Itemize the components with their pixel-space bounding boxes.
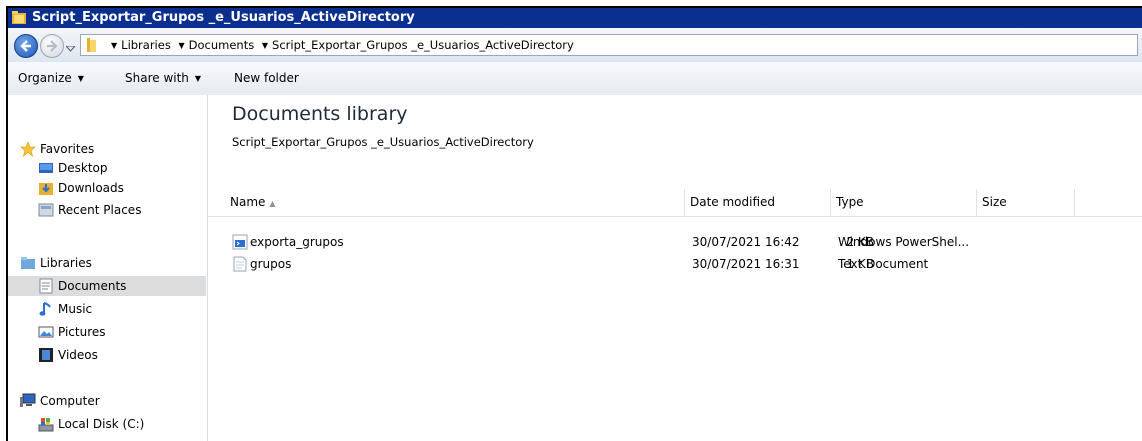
nav-computer[interactable]: Computer <box>20 391 200 411</box>
column-divider[interactable] <box>976 189 977 216</box>
nav-documents[interactable]: Documents <box>8 276 206 296</box>
column-date[interactable]: Date modified <box>686 189 828 216</box>
explorer-window: Script_Exportar_Grupos _e_Usuarios_Activ… <box>6 6 1142 441</box>
computer-icon <box>20 393 36 409</box>
music-icon <box>38 301 54 317</box>
command-bar: Organize ▼ Share with ▼ New folder <box>8 62 1142 96</box>
documents-icon <box>38 278 54 294</box>
chevron-down-icon: ▼ <box>77 74 84 83</box>
folder-icon <box>85 38 99 55</box>
nav-recent-places[interactable]: Recent Places <box>38 200 198 220</box>
navigation-pane: Favorites Desktop Downloads Recent Place… <box>8 95 208 441</box>
downloads-folder-icon <box>38 180 54 196</box>
nav-videos[interactable]: Videos <box>38 345 198 365</box>
column-divider[interactable] <box>1074 189 1075 216</box>
forward-button[interactable] <box>40 34 64 58</box>
chevron-down-icon: ▼ <box>194 74 202 83</box>
breadcrumb-documents[interactable]: Documents <box>189 38 255 52</box>
nav-music[interactable]: Music <box>38 299 198 319</box>
column-divider[interactable] <box>830 189 831 216</box>
back-arrow-icon <box>20 40 31 52</box>
nav-libraries[interactable]: Libraries <box>20 253 200 273</box>
file-size: 1 KB <box>846 257 874 271</box>
forward-arrow-icon <box>47 40 58 52</box>
column-type[interactable]: Type <box>832 189 974 216</box>
new-folder-button[interactable]: New folder <box>234 62 299 95</box>
recent-pages-dropdown[interactable] <box>64 41 77 55</box>
breadcrumb-folder[interactable]: Script_Exportar_Grupos _e_Usuarios_Activ… <box>272 38 574 52</box>
videos-icon <box>38 347 54 363</box>
library-title: Documents library <box>232 103 408 125</box>
hard-drive-icon <box>38 416 54 432</box>
column-name[interactable]: Name ▲ <box>226 189 682 216</box>
sort-ascending-icon: ▲ <box>269 199 276 208</box>
file-size: 2 KB <box>846 235 874 249</box>
desktop-icon <box>38 160 54 176</box>
text-document-icon <box>232 256 248 272</box>
powershell-script-icon <box>232 234 248 250</box>
address-bar[interactable]: ▼ Libraries ▼ Documents ▼ Script_Exportar_G… <box>80 34 1138 56</box>
organize-button[interactable]: Organize ▼ <box>18 62 84 96</box>
nav-pictures[interactable]: Pictures <box>38 322 198 342</box>
recent-places-icon <box>38 202 54 218</box>
share-with-button[interactable]: Share with ▼ <box>125 62 201 96</box>
column-header: Name ▲ Date modified Type Size <box>208 189 1142 217</box>
title-bar[interactable]: Script_Exportar_Grupos _e_Usuarios_Activ… <box>8 8 1142 28</box>
file-date: 30/07/2021 16:31 <box>692 257 800 271</box>
column-size[interactable]: Size <box>978 189 1072 216</box>
chevron-down-icon[interactable]: ▼ <box>111 41 117 50</box>
nav-favorites[interactable]: Favorites <box>20 139 200 159</box>
window-title: Script_Exportar_Grupos _e_Usuarios_Activ… <box>32 10 415 25</box>
star-icon <box>20 141 36 157</box>
nav-desktop[interactable]: Desktop <box>38 158 198 178</box>
breadcrumb: ▼ Libraries ▼ Documents ▼ Script_Exportar_G… <box>107 35 574 57</box>
folder-icon <box>12 11 26 24</box>
file-name: exporta_grupos <box>250 235 344 249</box>
library-subtitle: Script_Exportar_Grupos _e_Usuarios_Activ… <box>232 135 534 149</box>
libraries-icon <box>20 255 36 271</box>
address-row: ▼ Libraries ▼ Documents ▼ Script_Exportar_G… <box>8 28 1142 63</box>
column-divider[interactable] <box>684 189 685 216</box>
back-button[interactable] <box>14 34 38 58</box>
chevron-down-icon[interactable]: ▼ <box>178 41 184 50</box>
nav-local-disk[interactable]: Local Disk (C:) <box>38 414 198 434</box>
breadcrumb-libraries[interactable]: Libraries <box>121 38 171 52</box>
content-pane: Documents library Script_Exportar_Grupos… <box>208 95 1142 441</box>
nav-downloads[interactable]: Downloads <box>38 178 198 198</box>
file-date: 30/07/2021 16:42 <box>692 235 800 249</box>
file-row[interactable]: exporta_grupos 30/07/2021 16:42 Windows … <box>208 231 1142 253</box>
file-row[interactable]: grupos 30/07/2021 16:31 Text Document 1 … <box>208 253 1142 275</box>
chevron-down-icon[interactable]: ▼ <box>262 41 268 50</box>
file-name: grupos <box>250 257 292 271</box>
pictures-icon <box>38 324 54 340</box>
